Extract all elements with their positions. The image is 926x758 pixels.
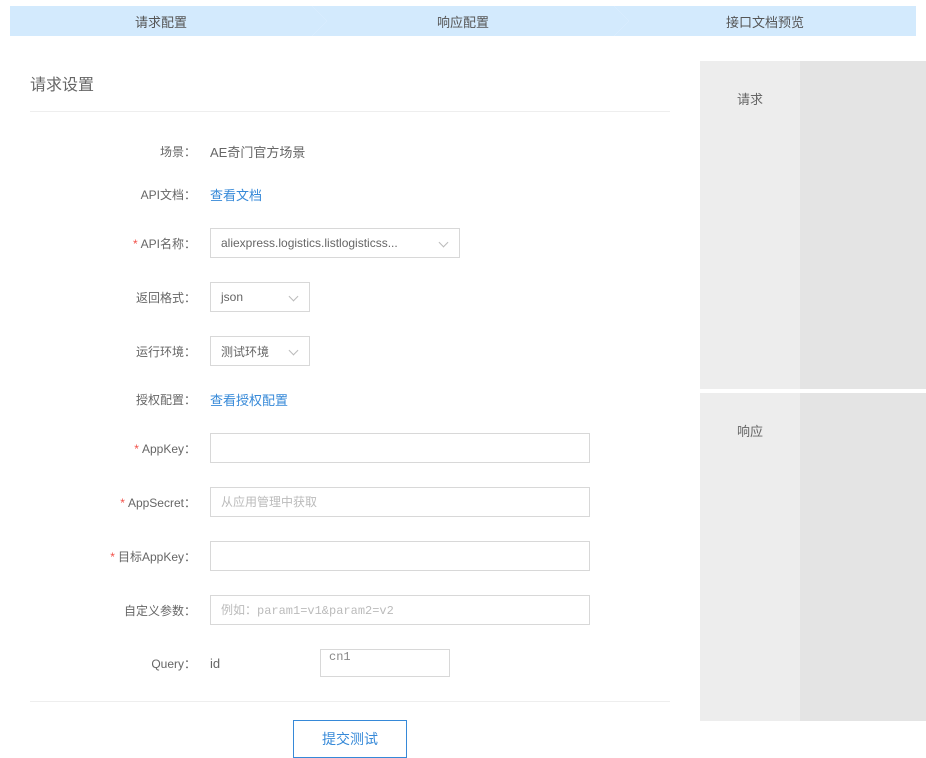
step-response-config[interactable]: 响应配置 [312,6,614,36]
row-env: 运行环境： 测试环境 [30,336,670,366]
row-query: Query： id [30,649,670,677]
label-query: Query： [30,655,210,672]
input-appsecret[interactable] [221,495,579,509]
select-env-value: 测试环境 [221,343,269,360]
response-preview-body [800,393,926,721]
row-scene: 场景： AE奇门官方场景 [30,142,670,161]
select-env[interactable]: 测试环境 [210,336,310,366]
label-custom-params: 自定义参数： [30,602,210,619]
input-custom-params[interactable] [221,603,579,617]
chevron-down-icon [439,238,449,248]
input-query-value[interactable] [329,650,441,664]
input-target-appkey-wrap [210,541,590,571]
input-appsecret-wrap [210,487,590,517]
row-api-name: *API名称： aliexpress.logistics.listlogisti… [30,228,670,258]
label-env: 运行环境： [30,343,210,360]
request-settings-panel: 请求设置 场景： AE奇门官方场景 API文档： 查看文档 *API名称： al… [0,61,700,758]
step-doc-preview[interactable]: 接口文档预览 [614,6,916,36]
query-key: id [210,656,320,671]
step-label: 响应配置 [437,12,489,31]
input-appkey[interactable] [221,441,579,455]
label-api-doc: API文档： [30,186,210,203]
response-preview-section: 响应 [700,393,926,721]
request-preview-label: 请求 [700,61,800,389]
right-preview-panel: 请求 响应 [700,61,926,721]
section-title: 请求设置 [30,61,670,112]
select-return-format-value: json [221,290,243,304]
chevron-down-icon [289,292,299,302]
select-return-format[interactable]: json [210,282,310,312]
input-target-appkey[interactable] [221,549,579,563]
select-api-name[interactable]: aliexpress.logistics.listlogisticss... [210,228,460,258]
step-request-config[interactable]: 请求配置 [10,6,312,36]
label-return-format: 返回格式： [30,289,210,306]
label-target-appkey: *目标AppKey： [30,548,210,565]
row-custom-params: 自定义参数： [30,595,670,625]
label-api-name: *API名称： [30,235,210,252]
input-custom-params-wrap [210,595,590,625]
chevron-down-icon [289,346,299,356]
label-auth-config: 授权配置： [30,391,210,408]
label-appkey: *AppKey： [30,440,210,457]
footer-bar: 提交测试 [30,701,670,758]
label-scene: 场景： [30,143,210,160]
value-scene: AE奇门官方场景 [210,142,305,161]
request-preview-section: 请求 [700,61,926,389]
link-view-auth-config[interactable]: 查看授权配置 [210,390,288,409]
step-label: 接口文档预览 [726,12,804,31]
link-view-doc[interactable]: 查看文档 [210,185,262,204]
row-auth-config: 授权配置： 查看授权配置 [30,390,670,409]
progress-stepper: 请求配置 响应配置 接口文档预览 [10,6,916,36]
input-query-value-wrap [320,649,450,677]
select-api-name-value: aliexpress.logistics.listlogisticss... [221,236,398,250]
row-target-appkey: *目标AppKey： [30,541,670,571]
response-preview-label: 响应 [700,393,800,721]
label-appsecret: *AppSecret： [30,494,210,511]
row-appsecret: *AppSecret： [30,487,670,517]
step-label: 请求配置 [135,12,187,31]
row-return-format: 返回格式： json [30,282,670,312]
request-preview-body [800,61,926,389]
row-api-doc: API文档： 查看文档 [30,185,670,204]
input-appkey-wrap [210,433,590,463]
row-appkey: *AppKey： [30,433,670,463]
